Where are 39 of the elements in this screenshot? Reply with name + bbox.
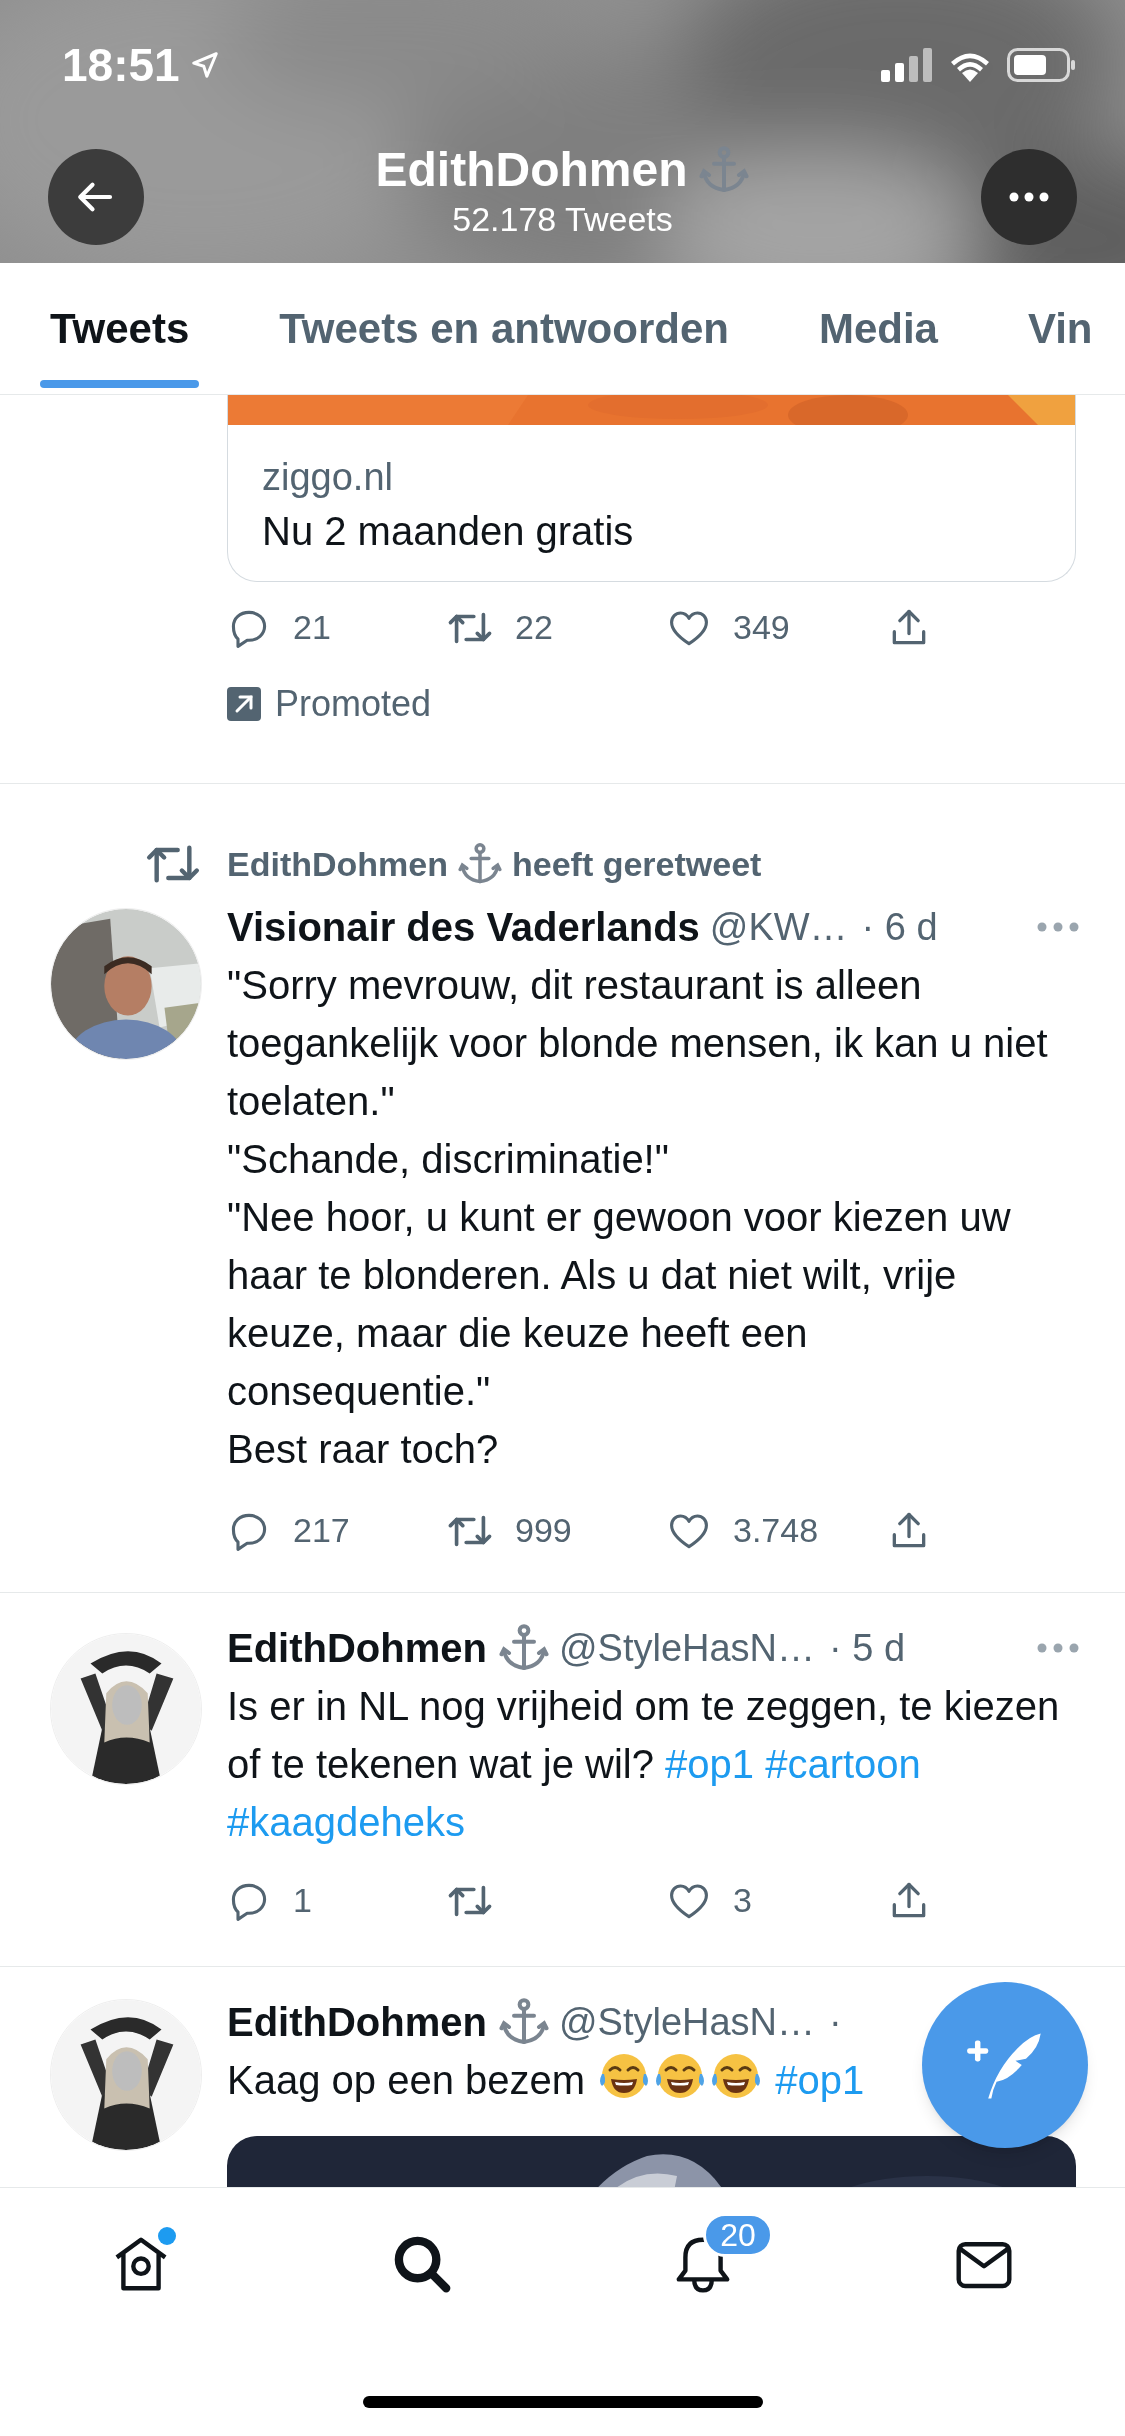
retweeter-name[interactable]: EdithDohmen xyxy=(227,838,448,890)
tweet-time: · xyxy=(829,1999,842,2045)
tab[interactable]: Tweets en antwoorden xyxy=(269,263,739,394)
author-name[interactable]: EdithDohmen xyxy=(227,1618,487,1678)
more-icon xyxy=(1036,1642,1080,1654)
like-button[interactable]: 3.748 xyxy=(667,1505,887,1556)
link-card[interactable]: ziggo.nl Nu 2 maanden gratis xyxy=(227,395,1076,582)
tweet-count: 52.178 Tweets xyxy=(452,198,673,239)
tweet-time: · 6 d xyxy=(861,904,938,950)
link-title: Nu 2 maanden gratis xyxy=(262,508,635,555)
reply-button[interactable]: 1 xyxy=(227,1875,447,1926)
tab[interactable]: Media xyxy=(808,263,948,394)
notification-badge: 20 xyxy=(703,2213,773,2257)
reply-button[interactable]: 217 xyxy=(227,1505,447,1556)
clock-time: 18:51 xyxy=(62,37,180,93)
location-arrow-icon xyxy=(189,50,220,80)
more-icon xyxy=(1009,191,1049,202)
signal-icon xyxy=(881,48,933,82)
tab[interactable]: Vin xyxy=(1017,263,1103,394)
retweet-label: heeft geretweet xyxy=(512,843,762,885)
author-handle[interactable]: @StyleHasN… xyxy=(559,1993,816,2051)
retweet-button[interactable]: 22 xyxy=(447,602,667,653)
link-domain: ziggo.nl xyxy=(262,455,394,500)
tab[interactable]: Tweets xyxy=(40,263,200,394)
battery-icon xyxy=(1007,48,1077,82)
more-icon xyxy=(1036,921,1080,933)
author-handle[interactable]: @KW… xyxy=(709,898,848,956)
like-button[interactable]: 349 xyxy=(667,602,887,653)
tweet-text: "Sorry mevrouw, dit restaurant is alleen toegankelijk voor blonde mensen, ik kan u niet toelaten." "Schande, discriminatie!" "Nee hoor, u kunt er gewoon voor kiezen uw haar te blonderen. Als u dat niet wilt, vrije keuze, maar die keuze heeft een consequentie." Best raar toch? xyxy=(227,962,1049,1473)
tweet-text: Is er in NL nog vrijheid om te zeggen, te kiezen of te tekenen wat je wil? #op1 #cartoon #kaagdeheks xyxy=(227,1683,1061,1846)
promoted-label: Promoted xyxy=(275,682,432,726)
retweet-button[interactable]: 999 xyxy=(447,1505,667,1556)
reply-button[interactable]: 21 xyxy=(227,602,447,653)
profile-name: EdithDohmen xyxy=(375,141,688,198)
author-name[interactable]: EdithDohmen xyxy=(227,1992,487,2052)
author-handle[interactable]: @StyleHasN… xyxy=(559,1619,816,1677)
like-button[interactable]: 3 xyxy=(667,1875,887,1926)
author-name[interactable]: Visionair des Vaderlands xyxy=(227,897,700,957)
tweet-time: · 5 d xyxy=(829,1625,906,1671)
